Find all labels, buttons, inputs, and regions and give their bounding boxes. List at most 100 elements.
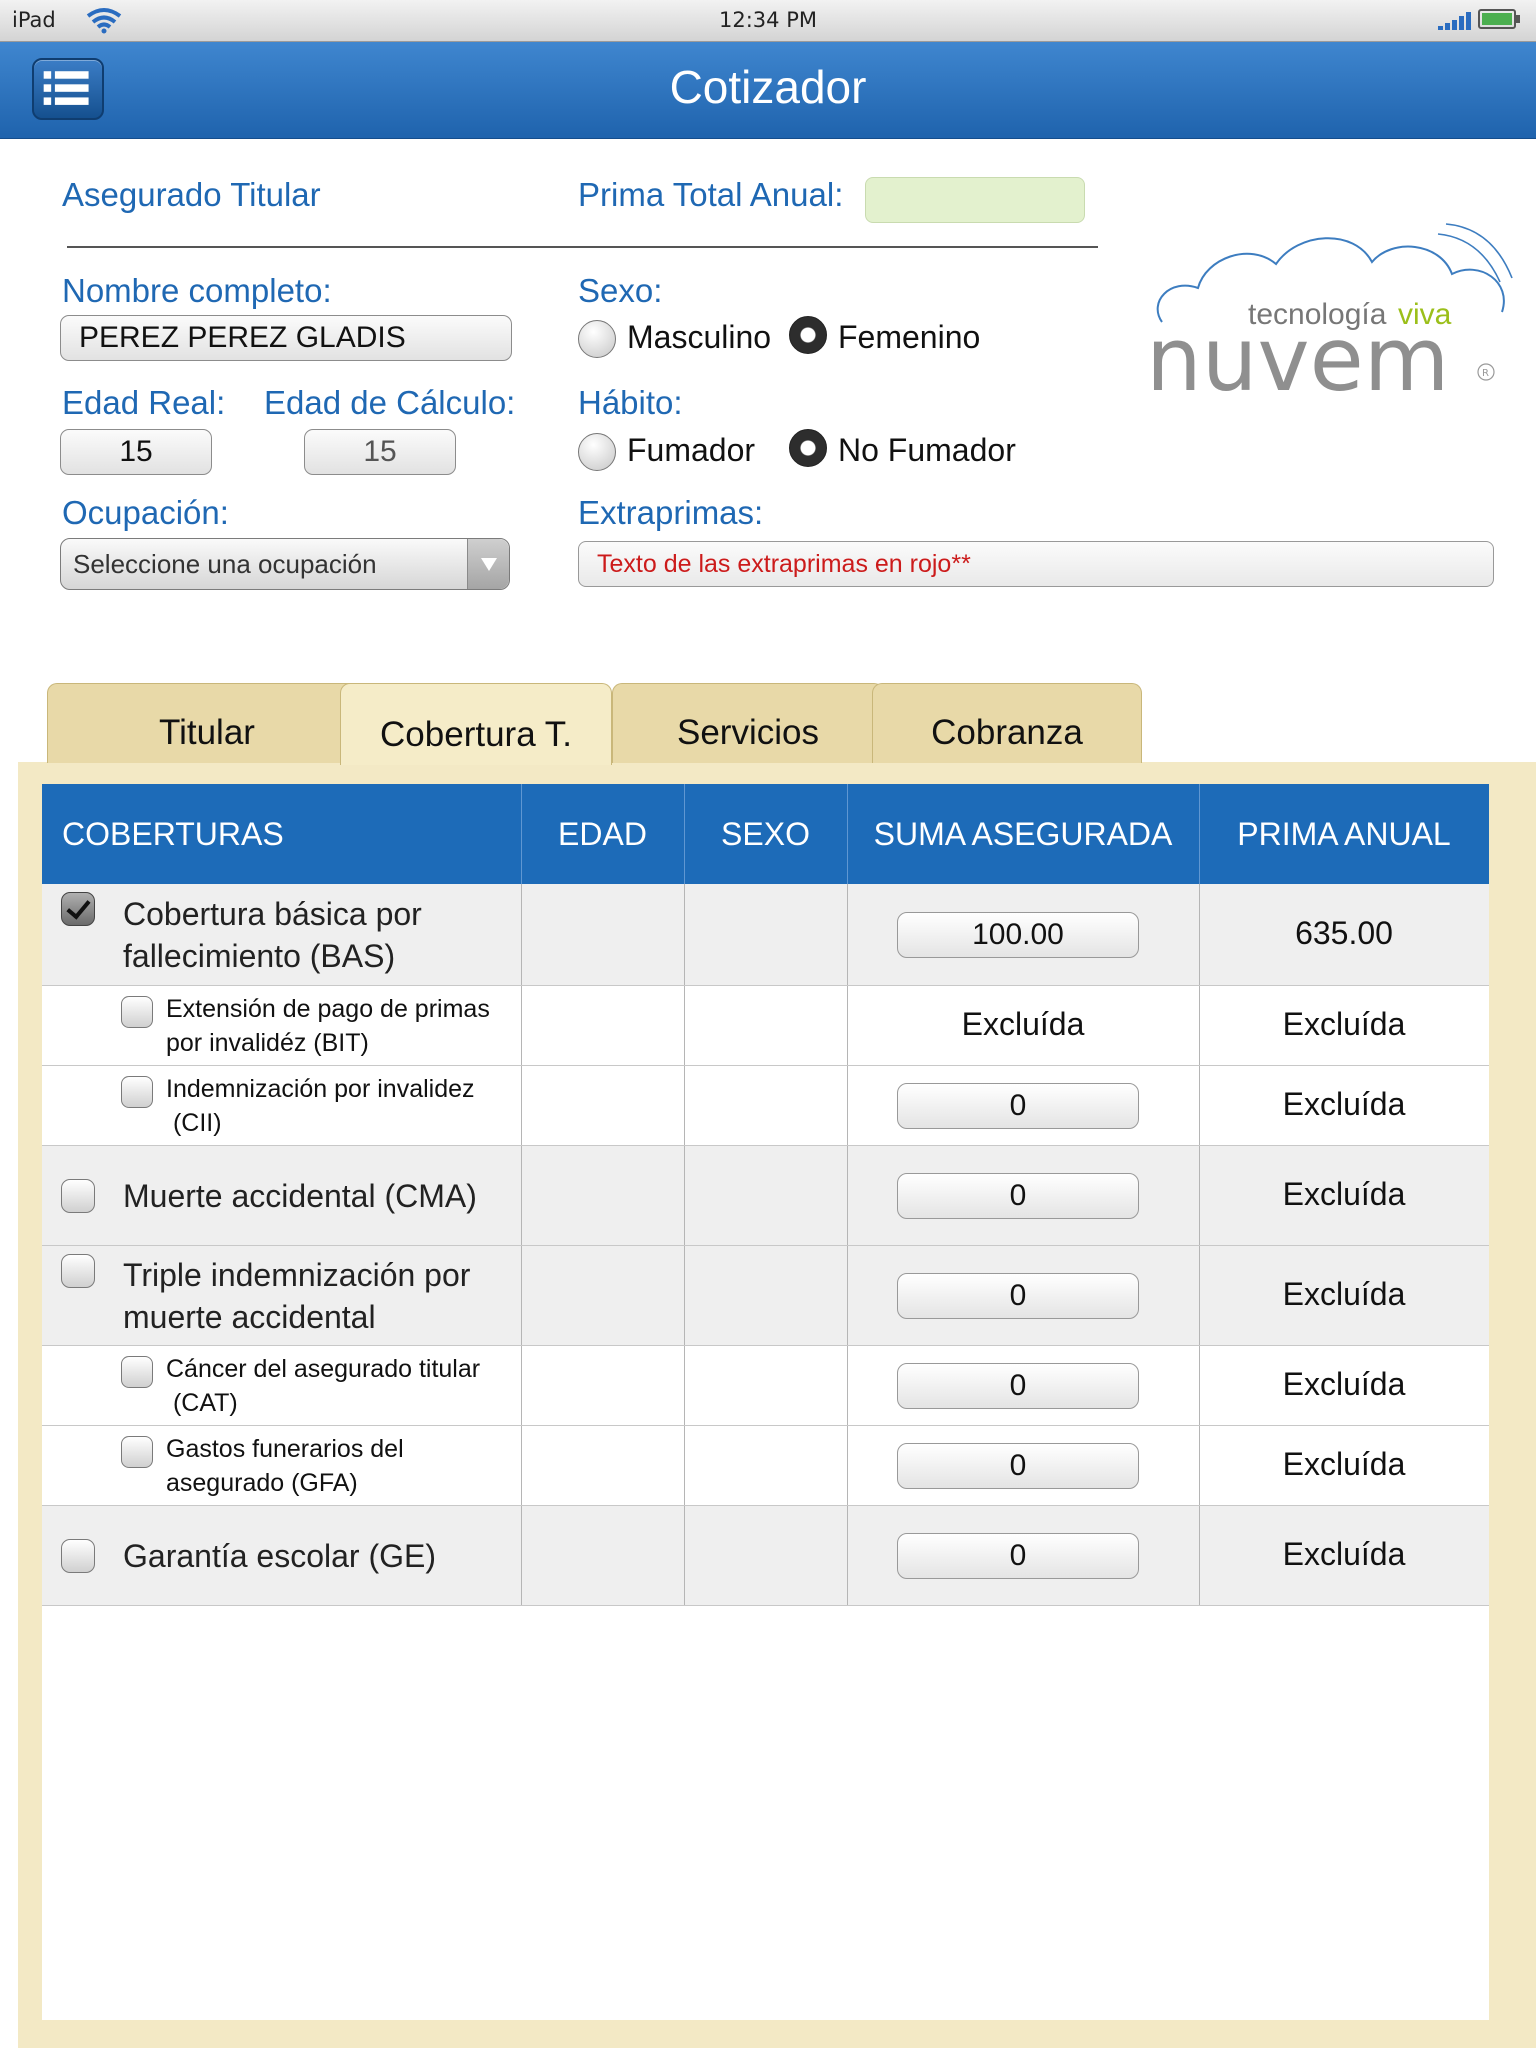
registered-mark: R: [1482, 368, 1489, 379]
table-row: Muerte accidental (CMA) 0 Excluída: [42, 1146, 1489, 1246]
battery-icon: [1478, 9, 1520, 29]
column-header-prima: PRIMA ANUAL: [1237, 816, 1451, 852]
table-row: Garantía escolar (GE) 0 Excluída: [42, 1506, 1489, 1606]
column-divider: [521, 1506, 522, 1606]
coverage-name: Extensión de pago de primas por invalidé…: [166, 995, 490, 1057]
extraprimas-label: Extraprimas:: [578, 494, 764, 531]
habito-label: Hábito:: [578, 384, 683, 421]
column-header-sexo: SEXO: [721, 816, 810, 852]
column-divider: [1199, 1426, 1200, 1506]
column-divider: [1199, 986, 1200, 1066]
coverage-name: Triple indemnización por muerte accident…: [123, 1257, 471, 1335]
column-divider: [847, 884, 848, 986]
column-divider: [521, 884, 522, 986]
prima-total-field: [865, 177, 1085, 223]
column-divider: [684, 986, 685, 1066]
column-divider: [684, 1426, 685, 1506]
nav-bar: Cotizador: [0, 42, 1536, 139]
prima-anual-value: 635.00: [1295, 915, 1393, 951]
sexo-masculino-radio[interactable]: [578, 320, 616, 358]
suma-asegurada-input[interactable]: 0: [897, 1363, 1139, 1409]
tab-titular[interactable]: Titular: [47, 683, 367, 763]
coverage-checkbox[interactable]: [61, 892, 95, 926]
nombre-label: Nombre completo:: [62, 272, 332, 309]
tab-label: Servicios: [677, 713, 819, 752]
column-divider: [684, 1146, 685, 1246]
tab-cobertura[interactable]: Cobertura T.: [340, 683, 612, 765]
sexo-femenino-label: Femenino: [838, 319, 981, 355]
column-divider: [521, 1066, 522, 1146]
tab-servicios[interactable]: Servicios: [612, 683, 884, 763]
column-divider: [521, 1426, 522, 1506]
asegurado-titular-heading: Asegurado Titular: [62, 176, 321, 213]
chevron-down-icon: [467, 539, 509, 589]
coverage-name: Gastos funerarios del asegurado (GFA): [166, 1435, 404, 1497]
coverage-checkbox[interactable]: [121, 996, 153, 1028]
column-divider: [521, 1346, 522, 1426]
edad-calculo-field: 15: [304, 429, 456, 475]
page-title: Cotizador: [669, 61, 867, 113]
column-divider: [1199, 884, 1200, 986]
coverage-name: Muerte accidental (CMA): [123, 1178, 477, 1214]
habito-no-fumador-radio[interactable]: [789, 429, 827, 467]
tab-cobranza[interactable]: Cobranza: [872, 683, 1142, 763]
prima-anual-value: Excluída: [1282, 1276, 1406, 1312]
column-divider: [684, 1346, 685, 1426]
tab-label: Cobertura T.: [380, 715, 572, 754]
sexo-femenino-radio[interactable]: [789, 316, 827, 354]
habito-fumador-radio[interactable]: [578, 433, 616, 471]
column-divider: [1199, 1246, 1200, 1346]
column-divider: [1199, 1346, 1200, 1426]
coverage-checkbox[interactable]: [61, 1254, 95, 1288]
habito-no-fumador-label: No Fumador: [838, 432, 1016, 468]
signal-icon: [1438, 12, 1471, 30]
prima-anual-value: Excluída: [1282, 1176, 1406, 1212]
extraprimas-field[interactable]: Texto de las extraprimas en rojo**: [578, 541, 1494, 587]
column-divider: [847, 1426, 848, 1506]
nombre-field[interactable]: PEREZ PEREZ GLADIS: [60, 315, 512, 361]
column-divider: [684, 1506, 685, 1606]
suma-asegurada-input[interactable]: 100.00: [897, 912, 1139, 958]
table-row: Extensión de pago de primas por invalidé…: [42, 986, 1489, 1066]
row-divider: [42, 1605, 1489, 1606]
nuvem-logo: tecnología viva nuvem R: [1146, 223, 1513, 402]
suma-asegurada-input[interactable]: 0: [897, 1173, 1139, 1219]
table-row: Cobertura básica por fallecimiento (BAS)…: [42, 884, 1489, 986]
prima-anual-value: Excluída: [1282, 1006, 1406, 1042]
column-header-coberturas: COBERTURAS: [62, 816, 284, 852]
coverage-checkbox[interactable]: [121, 1356, 153, 1388]
table-row: Gastos funerarios del asegurado (GFA) 0 Ex…: [42, 1426, 1489, 1506]
prima-total-label: Prima Total Anual:: [578, 176, 844, 213]
column-divider: [847, 1346, 848, 1426]
prima-anual-value: Excluída: [1282, 1446, 1406, 1482]
coverage-name: Garantía escolar (GE): [123, 1538, 436, 1574]
coverage-name: Indemnización por invalidez (CII): [166, 1075, 475, 1137]
column-divider: [521, 1246, 522, 1346]
coverage-checkbox[interactable]: [121, 1076, 153, 1108]
habito-fumador-label: Fumador: [627, 432, 756, 468]
column-divider: [847, 986, 848, 1066]
coverage-checkbox[interactable]: [121, 1436, 153, 1468]
column-header-suma: SUMA ASEGURADA: [873, 816, 1173, 852]
column-divider: [1199, 1506, 1200, 1606]
tab-label: Titular: [159, 713, 255, 752]
divider: [67, 246, 1098, 248]
coverage-name: Cobertura básica por fallecimiento (BAS): [123, 896, 422, 974]
suma-asegurada-input[interactable]: 0: [897, 1443, 1139, 1489]
coverage-checkbox[interactable]: [61, 1539, 95, 1573]
column-divider: [1199, 1146, 1200, 1246]
column-divider: [684, 1246, 685, 1346]
ocupacion-label: Ocupación:: [62, 494, 229, 531]
table-header: COBERTURAS EDAD SEXO SUMA ASEGURADA PRIM…: [42, 784, 1489, 884]
ocupacion-select[interactable]: Seleccione una ocupación: [60, 538, 510, 590]
table-row: Cáncer del asegurado titular (CAT) 0 Exclu…: [42, 1346, 1489, 1426]
suma-asegurada-input[interactable]: 0: [897, 1083, 1139, 1129]
suma-asegurada-input[interactable]: 0: [897, 1533, 1139, 1579]
column-divider: [847, 1146, 848, 1246]
edad-real-field[interactable]: 15: [60, 429, 212, 475]
coverage-checkbox[interactable]: [61, 1179, 95, 1213]
column-divider: [847, 1066, 848, 1146]
prima-anual-value: Excluída: [1282, 1366, 1406, 1402]
clock: 12:34 PM: [719, 8, 817, 32]
suma-asegurada-input[interactable]: 0: [897, 1273, 1139, 1319]
